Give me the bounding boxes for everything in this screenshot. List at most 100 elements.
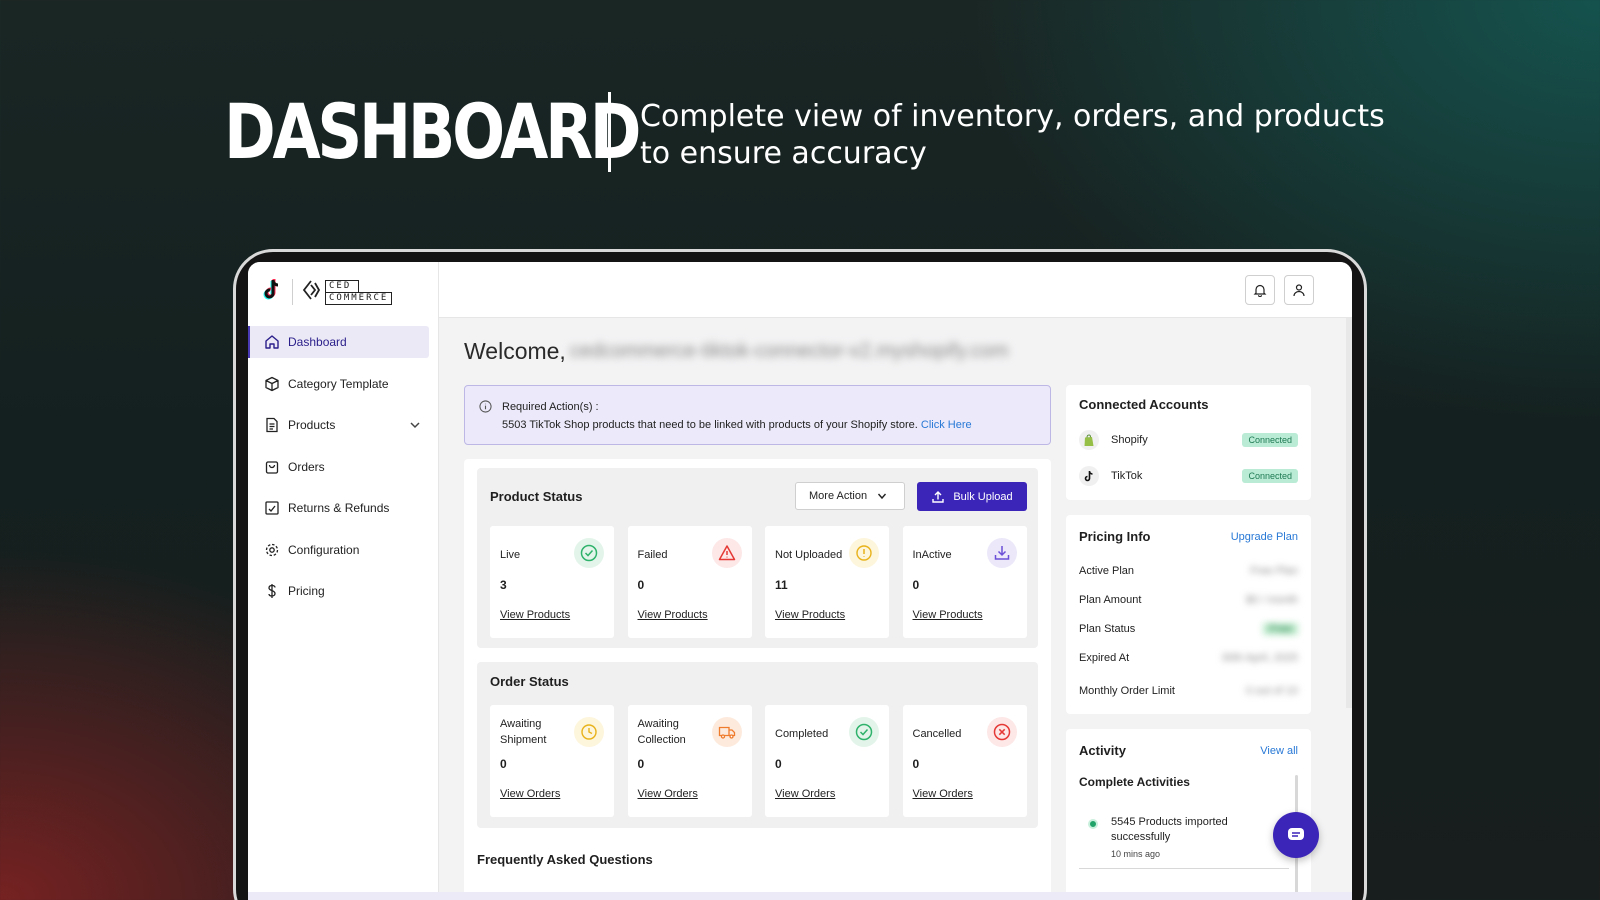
shopify-icon <box>1079 430 1099 450</box>
info-circle-icon <box>849 538 879 568</box>
order-card-awaiting-collection: Awaiting Collection 0 View Orders <box>627 705 752 817</box>
connected-badge: Connected <box>1242 469 1298 483</box>
return-icon <box>265 501 279 515</box>
logo-line-2: COMMERCE <box>325 291 393 305</box>
app-screen: CED COMMERCE Dashboard Category Template… <box>248 262 1352 900</box>
pricing-value: 30th April, 2025 <box>1221 652 1298 664</box>
connected-badge: Connected <box>1242 433 1298 447</box>
sidebar-item-label: Products <box>288 418 336 432</box>
view-products-link[interactable]: View Products <box>913 609 983 621</box>
tiktok-icon <box>1079 466 1099 486</box>
card-label: InActive <box>912 549 952 561</box>
alert-text: 5503 TikTok Shop products that need to b… <box>502 419 972 431</box>
order-card-awaiting-shipment: Awaiting Shipment 0 View Orders <box>490 705 614 817</box>
account-name: TikTok <box>1111 470 1143 482</box>
view-orders-link[interactable]: View Orders <box>500 788 560 800</box>
view-products-link[interactable]: View Products <box>775 609 845 621</box>
card-label: Awaiting Collection <box>637 718 686 746</box>
check-circle-icon <box>849 717 879 747</box>
bulk-upload-label: Bulk Upload <box>953 490 1013 503</box>
upgrade-plan-link[interactable]: Upgrade Plan <box>1231 531 1298 543</box>
chat-button[interactable] <box>1273 812 1319 858</box>
pricing-info-title: Pricing Info <box>1079 529 1151 544</box>
card-count: 0 <box>775 757 782 771</box>
home-icon <box>265 335 279 349</box>
pricing-label: Active Plan <box>1079 565 1135 577</box>
hero-subtitle: Complete view of inventory, orders, and … <box>640 99 1385 171</box>
sidebar-item-label: Orders <box>288 459 325 474</box>
sidebar-item-products[interactable]: Products <box>248 409 429 441</box>
view-orders-link[interactable]: View Orders <box>775 788 835 800</box>
sidebar-item-dashboard[interactable]: Dashboard <box>248 326 429 358</box>
sidebar-item-orders[interactable]: Orders <box>248 451 429 483</box>
card-label: Cancelled <box>912 728 962 740</box>
alert-click-here-link[interactable]: Click Here <box>921 419 972 431</box>
pricing-label: Plan Amount <box>1079 594 1142 606</box>
pricing-label: Monthly Order Limit <box>1079 685 1175 697</box>
product-status-section: Product Status More Action Bulk Upload L… <box>477 468 1038 648</box>
welcome-heading: Welcome, cedcommerce-tiktok-connector-v2… <box>464 338 1008 365</box>
bottom-bar <box>248 892 1352 900</box>
sidebar-item-label: Configuration <box>288 542 360 557</box>
pricing-value: 0 out of 10 <box>1246 685 1298 697</box>
pricing-label: Expired At <box>1079 652 1130 664</box>
profile-button[interactable] <box>1284 275 1314 305</box>
product-card-not-uploaded: Not Uploaded 11 View Products <box>765 526 889 638</box>
required-action-alert: Required Action(s) : 5503 TikTok Shop pr… <box>464 385 1051 445</box>
view-orders-link[interactable]: View Orders <box>638 788 698 800</box>
view-products-link[interactable]: View Products <box>638 609 708 621</box>
sidebar-item-configuration[interactable]: Configuration <box>248 534 429 566</box>
download-icon <box>986 538 1017 568</box>
gear-icon <box>265 543 279 556</box>
truck-icon <box>711 717 742 747</box>
sidebar-item-returns-refunds[interactable]: Returns & Refunds <box>248 492 429 524</box>
pricing-value: $0 / month <box>1246 594 1298 606</box>
dollar-icon <box>268 584 276 598</box>
order-card-completed: Completed 0 View Orders <box>765 705 889 817</box>
sidebar-item-pricing[interactable]: Pricing <box>248 575 429 607</box>
bell-icon <box>1253 284 1267 297</box>
product-status-title: Product Status <box>490 489 583 504</box>
pricing-info-card: Pricing Info Upgrade Plan Active Plan Fr… <box>1066 515 1311 714</box>
sidebar-item-label: Dashboard <box>288 335 347 349</box>
view-orders-link[interactable]: View Orders <box>913 788 973 800</box>
sidebar-item-category-template[interactable]: Category Template <box>248 368 429 400</box>
user-icon <box>1293 284 1305 297</box>
card-count: 0 <box>637 757 645 771</box>
order-status-cards: Awaiting Shipment 0 View Orders Awaiting… <box>490 705 1027 817</box>
pricing-row-plan-status: Plan Status Free <box>1079 623 1298 635</box>
pricing-label: Plan Status <box>1079 623 1136 635</box>
sidebar-item-label: Returns & Refunds <box>288 501 390 515</box>
view-products-link[interactable]: View Products <box>500 609 570 621</box>
chevron-down-icon[interactable] <box>409 419 421 431</box>
page-scrollbar[interactable] <box>1346 318 1352 708</box>
top-bar <box>439 262 1352 318</box>
sidebar: CED COMMERCE Dashboard Category Template… <box>248 262 439 900</box>
logo[interactable]: CED COMMERCE <box>262 274 393 310</box>
order-card-cancelled: Cancelled 0 View Orders <box>902 705 1027 817</box>
cedcommerce-logo-icon <box>301 279 321 306</box>
hero-divider <box>608 92 611 172</box>
account-name: Shopify <box>1111 434 1148 446</box>
card-count: 0 <box>912 578 920 592</box>
bulk-upload-button[interactable]: Bulk Upload <box>917 482 1027 511</box>
more-action-dropdown[interactable]: More Action <box>795 482 905 510</box>
activity-card: Activity View all Complete Activities 55… <box>1066 729 1311 900</box>
more-action-label: More Action <box>809 490 868 502</box>
card-count: 11 <box>775 578 788 592</box>
order-status-title: Order Status <box>490 674 569 689</box>
pricing-value: Free Plan <box>1250 565 1298 577</box>
faq-title: Frequently Asked Questions <box>477 852 653 867</box>
notification-button[interactable] <box>1245 275 1275 305</box>
pricing-row-plan-amount: Plan Amount $0 / month <box>1079 594 1298 606</box>
cube-icon <box>265 376 279 391</box>
product-card-failed: Failed 0 View Products <box>627 526 752 638</box>
hero-title: DASHBOARD <box>224 87 642 176</box>
view-all-link[interactable]: View all <box>1260 745 1298 757</box>
store-name: cedcommerce-tiktok-connector-v2.myshopif… <box>569 340 1009 362</box>
activity-divider <box>1079 868 1289 869</box>
connected-accounts-card: Connected Accounts Shopify Connected Tik… <box>1066 385 1311 500</box>
tiktok-logo-icon <box>262 278 284 307</box>
alert-message: 5503 TikTok Shop products that need to b… <box>502 419 918 431</box>
card-count: 0 <box>912 757 920 771</box>
